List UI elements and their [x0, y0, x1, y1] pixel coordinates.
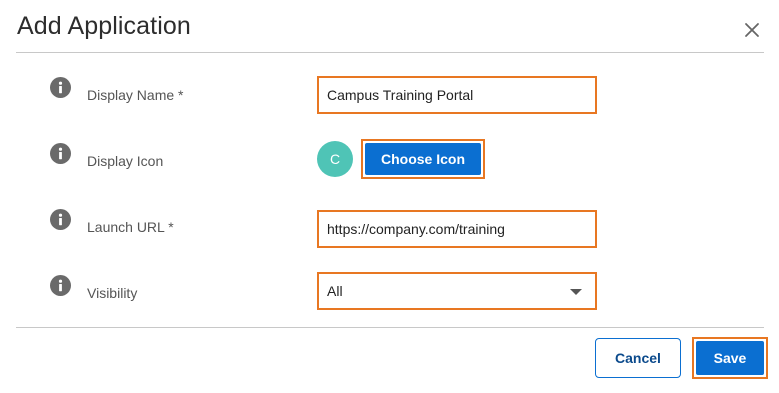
save-button[interactable]: Save — [696, 341, 764, 375]
launch-url-label: Launch URL * — [87, 219, 174, 235]
choose-icon-button-highlight: Choose Icon — [361, 139, 485, 179]
header-divider — [16, 52, 764, 53]
dialog-title: Add Application — [17, 12, 191, 40]
cancel-button[interactable]: Cancel — [595, 338, 681, 378]
choose-icon-button[interactable]: Choose Icon — [365, 143, 481, 175]
close-icon[interactable] — [742, 20, 762, 40]
info-icon[interactable] — [50, 209, 71, 230]
info-icon[interactable] — [50, 77, 71, 98]
add-application-dialog: Add Application Display Name * Campus Tr… — [0, 0, 779, 393]
display-name-value: Campus Training Portal — [327, 87, 474, 103]
save-button-highlight: Save — [692, 337, 768, 379]
visibility-label: Visibility — [87, 285, 138, 301]
info-icon[interactable] — [50, 143, 71, 164]
display-name-input[interactable]: Campus Training Portal — [317, 76, 597, 114]
caret-down-icon — [570, 289, 582, 295]
info-icon[interactable] — [50, 275, 71, 296]
avatar: C — [317, 141, 353, 177]
display-name-label: Display Name * — [87, 87, 184, 103]
launch-url-input[interactable]: https://company.com/training — [317, 210, 597, 248]
visibility-value: All — [327, 283, 343, 299]
visibility-select[interactable]: All — [317, 272, 597, 310]
display-icon-label: Display Icon — [87, 153, 164, 169]
launch-url-value: https://company.com/training — [327, 221, 505, 237]
footer-divider — [16, 327, 764, 328]
